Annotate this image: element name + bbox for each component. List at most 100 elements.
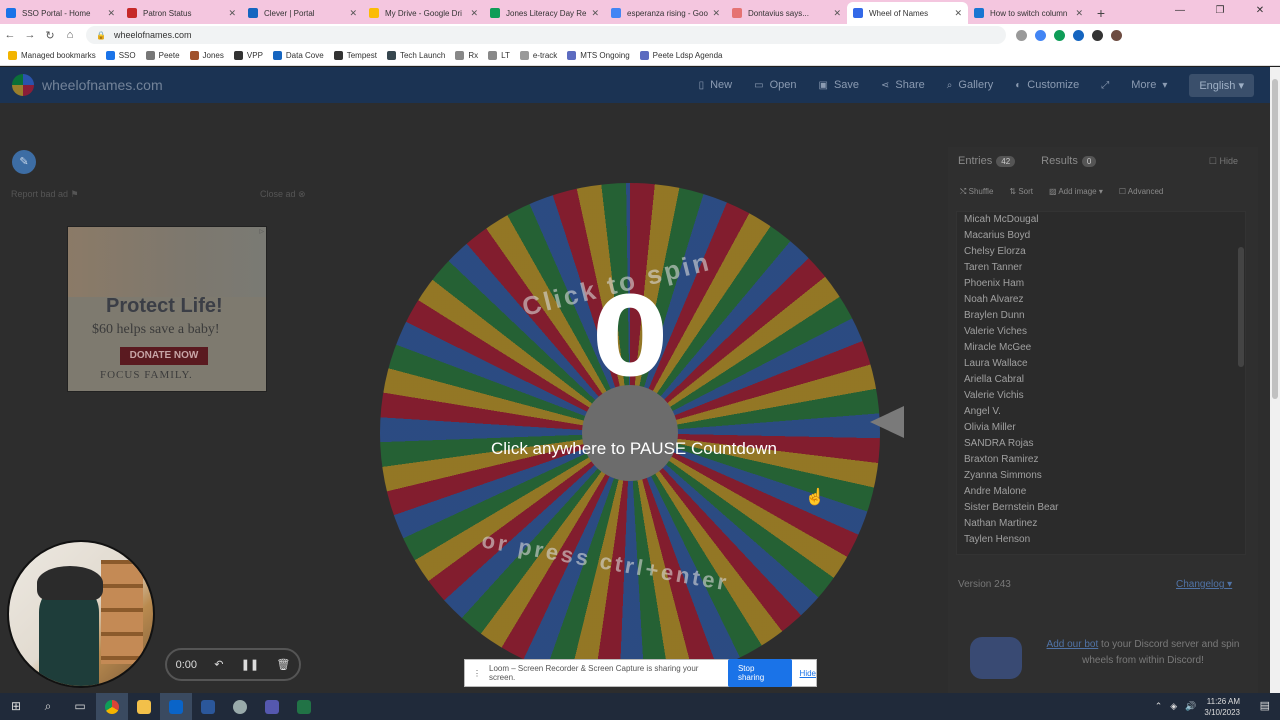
- notification-icon[interactable]: ▤: [1260, 699, 1270, 712]
- site-brand[interactable]: wheelofnames.com: [42, 77, 163, 93]
- close-tab-icon[interactable]: ✕: [1075, 8, 1083, 19]
- bookmark-item[interactable]: SSO: [105, 51, 136, 60]
- entries-scrollbar[interactable]: [1238, 247, 1244, 367]
- hide-checkbox[interactable]: ☐ Hide: [1209, 156, 1238, 167]
- pause-icon[interactable]: ❚❚: [241, 658, 259, 671]
- browser-tab[interactable]: Clever | Portal ✕: [242, 2, 363, 24]
- pause-countdown-message[interactable]: Click anywhere to PAUSE Countdown: [380, 439, 888, 459]
- browser-tab[interactable]: Wheel of Names ✕: [847, 2, 968, 24]
- changelog-link[interactable]: Changelog ▾: [1176, 579, 1232, 590]
- browser-tab[interactable]: esperanza rising - Goo ✕: [605, 2, 726, 24]
- browser-tab[interactable]: How to switch column ✕: [968, 2, 1089, 24]
- close-tab-icon[interactable]: ✕: [470, 8, 478, 19]
- fullscreen-button[interactable]: ⤢: [1101, 80, 1109, 91]
- extension-icon[interactable]: [1035, 29, 1046, 41]
- bookmark-item[interactable]: MTS Ongoing: [567, 51, 630, 60]
- word-icon[interactable]: [192, 693, 224, 720]
- new-button[interactable]: ▯ New: [699, 79, 733, 91]
- search-icon[interactable]: ⌕: [32, 693, 64, 720]
- browser-tab[interactable]: SSO Portal - Home ✕: [0, 2, 121, 24]
- bookmark-item[interactable]: LT: [488, 51, 510, 60]
- close-tab-icon[interactable]: ✕: [712, 8, 720, 19]
- bookmark-item[interactable]: Peete Ldsp Agenda: [639, 51, 723, 60]
- bookmark-item[interactable]: Rx: [455, 51, 478, 60]
- back-icon[interactable]: ←: [0, 29, 20, 41]
- sort-button[interactable]: ⇅ Sort: [1009, 187, 1033, 197]
- home-icon[interactable]: ⌂: [60, 29, 80, 41]
- gallery-button[interactable]: ⌕ Gallery: [947, 79, 993, 91]
- scrollbar-thumb[interactable]: [1272, 79, 1278, 399]
- save-button[interactable]: ▣ Save: [819, 79, 860, 91]
- clock[interactable]: 11:26 AM 3/10/2023: [1204, 696, 1240, 718]
- outlook-icon[interactable]: [160, 693, 192, 720]
- extension-icon[interactable]: [1054, 29, 1065, 41]
- start-icon[interactable]: ⊞: [0, 693, 32, 720]
- bookmark-item[interactable]: Data Cove: [272, 51, 324, 60]
- minimize-icon[interactable]: —: [1160, 0, 1200, 22]
- page-scrollbar[interactable]: [1270, 67, 1280, 693]
- task-view-icon[interactable]: ▭: [64, 693, 96, 720]
- puzzle-icon[interactable]: [1092, 29, 1103, 41]
- bookmark-item[interactable]: VPP: [233, 51, 263, 60]
- browser-tab[interactable]: Dontavius says... ✕: [726, 2, 847, 24]
- wheel-logo-icon[interactable]: [12, 74, 34, 96]
- bookmark-item[interactable]: Tempest: [333, 51, 377, 60]
- bookmark-item[interactable]: Jones: [189, 51, 224, 60]
- extension-icon[interactable]: [1016, 29, 1027, 41]
- tab-entries[interactable]: Entries 42: [958, 155, 1016, 167]
- add-bot-link[interactable]: Add our bot: [1047, 639, 1099, 650]
- chevron-up-icon[interactable]: ⌃: [1155, 701, 1163, 712]
- stop-sharing-button[interactable]: Stop sharing: [727, 659, 792, 687]
- wheel[interactable]: Click to spin or press ctrl+enter 0 Clic…: [380, 183, 904, 683]
- open-button[interactable]: ▭ Open: [754, 79, 796, 91]
- undo-icon[interactable]: ↶: [214, 658, 223, 671]
- ad-choices-icon[interactable]: ▷: [259, 228, 264, 235]
- pencil-icon[interactable]: ✎: [12, 150, 36, 174]
- share-button[interactable]: ⋖ Share: [881, 79, 925, 91]
- trash-icon[interactable]: 🗑: [276, 658, 290, 671]
- entries-textarea[interactable]: Micah McDougal Macarius Boyd Chelsy Elorza…: [956, 211, 1246, 555]
- webcam-bubble[interactable]: [7, 540, 155, 688]
- bookmark-item[interactable]: Peete: [145, 51, 180, 60]
- browser-tab[interactable]: Patron Status ✕: [121, 2, 242, 24]
- new-tab-icon[interactable]: +: [1089, 2, 1113, 24]
- profile-avatar[interactable]: [1111, 29, 1122, 41]
- close-tab-icon[interactable]: ✕: [349, 8, 357, 19]
- bookmark-item[interactable]: e-track: [519, 51, 557, 60]
- customize-button[interactable]: ◐ Customize: [1015, 79, 1079, 91]
- tab-results[interactable]: Results 0: [1041, 155, 1097, 167]
- reload-icon[interactable]: ↻: [40, 29, 60, 42]
- extension-icon[interactable]: [1073, 29, 1084, 41]
- bookmark-item[interactable]: Managed bookmarks: [8, 51, 96, 60]
- advanced-checkbox[interactable]: ☐ Advanced: [1119, 187, 1164, 197]
- browser-tab[interactable]: My Drive - Google Dri ✕: [363, 2, 484, 24]
- close-tab-icon[interactable]: ✕: [954, 8, 962, 19]
- shuffle-button[interactable]: ⤭ Shuffle: [960, 187, 993, 197]
- report-ad-link[interactable]: Report bad ad ⚑: [11, 189, 79, 200]
- chrome-taskbar-icon[interactable]: [96, 693, 128, 720]
- drag-handle-icon[interactable]: ⋮: [473, 669, 481, 678]
- network-icon[interactable]: ◈: [1170, 701, 1177, 712]
- close-ad-link[interactable]: Close ad ⊗: [260, 189, 306, 200]
- maximize-icon[interactable]: ❐: [1200, 0, 1240, 22]
- file-explorer-icon[interactable]: [128, 693, 160, 720]
- excel-icon[interactable]: [288, 693, 320, 720]
- donate-button[interactable]: DONATE NOW: [120, 347, 208, 365]
- add-image-button[interactable]: ▨ Add image ▾: [1049, 187, 1103, 197]
- close-tab-icon[interactable]: ✕: [591, 8, 599, 19]
- close-tab-icon[interactable]: ✕: [833, 8, 841, 19]
- language-select[interactable]: English ▾: [1189, 73, 1254, 97]
- more-button[interactable]: More ▾: [1131, 79, 1167, 91]
- url-input[interactable]: 🔒 wheelofnames.com: [86, 26, 1006, 44]
- advertisement[interactable]: ▷ Protect Life! $60 helps save a baby! D…: [67, 226, 267, 392]
- volume-icon[interactable]: 🔊: [1185, 701, 1196, 712]
- close-tab-icon[interactable]: ✕: [107, 8, 115, 19]
- browser-tab[interactable]: Jones Literacy Day Re ✕: [484, 2, 605, 24]
- teams-icon[interactable]: [256, 693, 288, 720]
- app-icon[interactable]: [224, 693, 256, 720]
- forward-icon[interactable]: →: [20, 29, 40, 41]
- close-window-icon[interactable]: ✕: [1240, 0, 1280, 22]
- close-tab-icon[interactable]: ✕: [228, 8, 236, 19]
- hide-sharing-bar-link[interactable]: Hide: [800, 669, 816, 678]
- bookmark-item[interactable]: Tech Launch: [386, 51, 445, 60]
